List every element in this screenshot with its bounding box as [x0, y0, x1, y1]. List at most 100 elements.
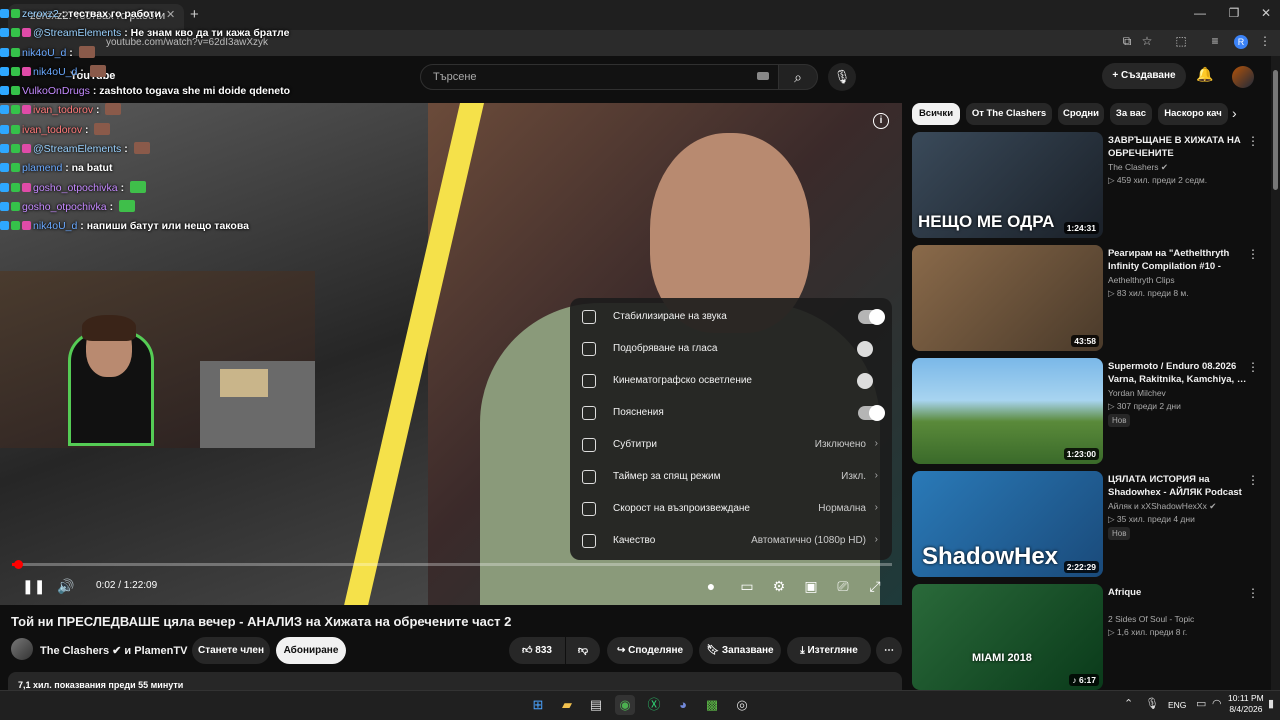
extensions-icon[interactable]: ⬚ — [1172, 34, 1190, 48]
video-title-link[interactable]: Afrique — [1108, 586, 1248, 599]
streamer-webcam — [0, 271, 315, 448]
recommended-video[interactable]: MIAMI 2018 ♪ 6:17 Afrique 2 Sides Of Soul -… — [912, 584, 1270, 690]
chevron-right-icon[interactable]: › — [1232, 105, 1237, 121]
obs-icon[interactable]: ◎ — [732, 695, 752, 715]
description-box[interactable]: 7,1 хил. показвания преди 55 минути — [8, 672, 902, 690]
taskbar-clock[interactable]: 10:11 PM 8/4/2026 — [1228, 693, 1264, 715]
profile-avatar[interactable]: R — [1234, 35, 1248, 49]
user-avatar[interactable] — [1232, 66, 1254, 88]
minecraft-icon[interactable]: ▩ — [702, 695, 722, 715]
xbox-icon[interactable]: Ⓧ — [644, 695, 664, 715]
save-button[interactable]: 🔖︎ Запазване — [699, 637, 781, 664]
progress-scrubber[interactable] — [14, 560, 23, 569]
more-options-icon[interactable]: ⋮ — [1247, 247, 1259, 261]
subtitles-icon[interactable]: ▭ — [737, 578, 757, 595]
filter-chip[interactable]: Наскоро кач — [1158, 103, 1228, 125]
dislike-button[interactable]: 👎︎ — [566, 637, 600, 664]
settings-row[interactable]: Стабилизиране на звука — [570, 301, 892, 333]
settings-toggle[interactable] — [857, 373, 884, 389]
create-button[interactable]: + Създаване — [1102, 63, 1186, 89]
reading-list-icon[interactable]: ≡ — [1206, 34, 1224, 48]
video-title-link[interactable]: ЦЯЛАТА ИСТОРИЯ на Shadowhex - АЙЛЯК Podc… — [1108, 473, 1248, 501]
like-button[interactable]: 👍︎ 833 — [509, 637, 565, 664]
chat-emote-icon — [89, 64, 106, 77]
video-thumbnail[interactable]: НЕЩО МЕ ОДРА 1:24:31 — [912, 132, 1103, 238]
progress-bar[interactable] — [12, 563, 892, 566]
settings-toggle[interactable] — [858, 309, 885, 325]
settings-row[interactable]: Пояснения — [570, 397, 892, 429]
settings-row[interactable]: Субтитри Изключено › — [570, 429, 892, 461]
video-thumbnail[interactable]: 43:58 — [912, 245, 1103, 351]
chrome-icon[interactable]: ◉ — [615, 695, 635, 715]
keyboard-icon[interactable] — [757, 72, 769, 80]
channel-name[interactable]: The Clashers ✔ и PlamenTV — [40, 644, 187, 657]
filter-chip[interactable]: Всички — [912, 103, 960, 125]
video-thumbnail[interactable]: 1:23:00 — [912, 358, 1103, 464]
store-icon[interactable]: ▤ — [586, 695, 606, 715]
recommended-video[interactable]: 43:58 Реагирам на "Aethelthryth Infinity … — [912, 245, 1270, 351]
video-title-link[interactable]: Supermoto / Enduro 08.2026 Varna, Rakitn… — [1108, 360, 1248, 386]
channel-name[interactable]: Yordan Milchev — [1108, 388, 1248, 398]
settings-row[interactable]: Таймер за спящ режим Изкл. › — [570, 461, 892, 493]
cast-screen-icon[interactable]: ⎚ — [833, 578, 853, 595]
language-indicator[interactable]: ENG — [1168, 700, 1186, 710]
recommended-video[interactable]: НЕЩО МЕ ОДРА 1:24:31 ЗАВРЪЩАНЕ В ХИЖАТА НА… — [912, 132, 1270, 238]
close-window-icon[interactable]: ✕ — [1256, 6, 1276, 20]
autoplay-toggle-icon[interactable]: ● — [701, 578, 721, 594]
tray-chevron-icon[interactable]: ⌃ — [1124, 697, 1133, 710]
tray-display-icon[interactable]: ▭ — [1196, 697, 1206, 710]
scrollbar-thumb[interactable] — [1273, 70, 1278, 190]
share-button[interactable]: ↪ Споделяне — [607, 637, 693, 664]
file-explorer-icon[interactable]: ▰ — [557, 695, 577, 715]
video-title-link[interactable]: ЗАВРЪЩАНЕ В ХИЖАТА НА ОБРЕЧЕНИТЕ — [1108, 134, 1248, 160]
settings-row[interactable]: Кинематографско осветление — [570, 365, 892, 397]
settings-gear-icon[interactable]: ⚙ — [769, 578, 789, 595]
minimize-icon[interactable]: — — [1190, 6, 1210, 20]
download-button[interactable]: ⤓ Изтегляне — [787, 637, 871, 664]
info-icon[interactable]: i — [873, 113, 889, 129]
filter-chip[interactable]: Сродни — [1058, 103, 1104, 125]
settings-row[interactable]: Скорост на възпроизвеждане Нормална › — [570, 493, 892, 525]
recommended-video[interactable]: ShadowHex 2:22:29 ЦЯЛАТА ИСТОРИЯ на Shadow… — [912, 471, 1270, 577]
more-options-icon[interactable]: ⋮ — [1247, 360, 1259, 374]
video-thumbnail[interactable]: ShadowHex 2:22:29 — [912, 471, 1103, 577]
channel-name[interactable]: The Clashers ✔ — [1108, 162, 1248, 173]
start-icon[interactable]: ⊞ — [528, 695, 548, 715]
chevron-right-icon: › — [874, 470, 878, 481]
cast-icon[interactable]: ⧉ — [1118, 34, 1136, 49]
filter-chip[interactable]: От The Clashers — [966, 103, 1052, 125]
more-options-icon[interactable]: ⋮ — [1247, 473, 1259, 487]
settings-toggle[interactable] — [858, 405, 885, 421]
notification-icon[interactable]: ▮ — [1268, 697, 1274, 710]
tray-mic-icon[interactable]: 🎙 — [1145, 697, 1159, 710]
volume-icon[interactable]: 🔊 — [56, 578, 76, 595]
subscribe-button[interactable]: Абониране — [276, 637, 346, 664]
video-thumbnail[interactable]: MIAMI 2018 ♪ 6:17 — [912, 584, 1103, 690]
recommended-video[interactable]: 1:23:00 Supermoto / Enduro 08.2026 Varna,… — [912, 358, 1270, 464]
miniplayer-icon[interactable]: ▣ — [801, 578, 821, 595]
voice-search-button[interactable]: 🎙 — [828, 63, 856, 91]
fullscreen-icon[interactable]: ⤢ — [865, 578, 885, 595]
filter-chip[interactable]: За вас — [1110, 103, 1152, 125]
channel-name[interactable]: Aethelthryth Clips — [1108, 275, 1248, 285]
maximize-icon[interactable]: ❐ — [1224, 6, 1244, 20]
settings-row[interactable]: Качество Автоматично (1080p HD) › — [570, 525, 892, 557]
browser-menu-icon[interactable]: ⋮ — [1256, 34, 1274, 48]
pause-icon[interactable]: ❚❚ — [22, 578, 45, 595]
channel-avatar[interactable] — [11, 638, 33, 660]
channel-name[interactable]: Айляк и xXShadowHexXx ✔ — [1108, 501, 1248, 512]
discord-icon[interactable]: ◕ — [673, 695, 693, 715]
search-input[interactable]: Търсене — [420, 64, 780, 90]
bookmark-star-icon[interactable]: ☆ — [1138, 34, 1156, 48]
wifi-icon[interactable]: ◠ — [1212, 697, 1222, 710]
join-button[interactable]: Станете член — [192, 637, 270, 664]
video-title-link[interactable]: Реагирам на "Aethelthryth Infinity Compi… — [1108, 247, 1248, 275]
search-button[interactable]: ⌕ — [778, 64, 818, 90]
more-options-icon[interactable]: ⋮ — [1247, 586, 1259, 600]
notifications-bell-icon[interactable]: 🔔 — [1196, 66, 1213, 83]
settings-row[interactable]: Подобряване на гласа — [570, 333, 892, 365]
more-options-icon[interactable]: ⋮ — [1247, 134, 1259, 148]
channel-name[interactable]: 2 Sides Of Soul - Topic — [1108, 614, 1248, 624]
more-actions-button[interactable]: ⋯ — [876, 637, 902, 664]
settings-toggle[interactable] — [857, 341, 884, 357]
